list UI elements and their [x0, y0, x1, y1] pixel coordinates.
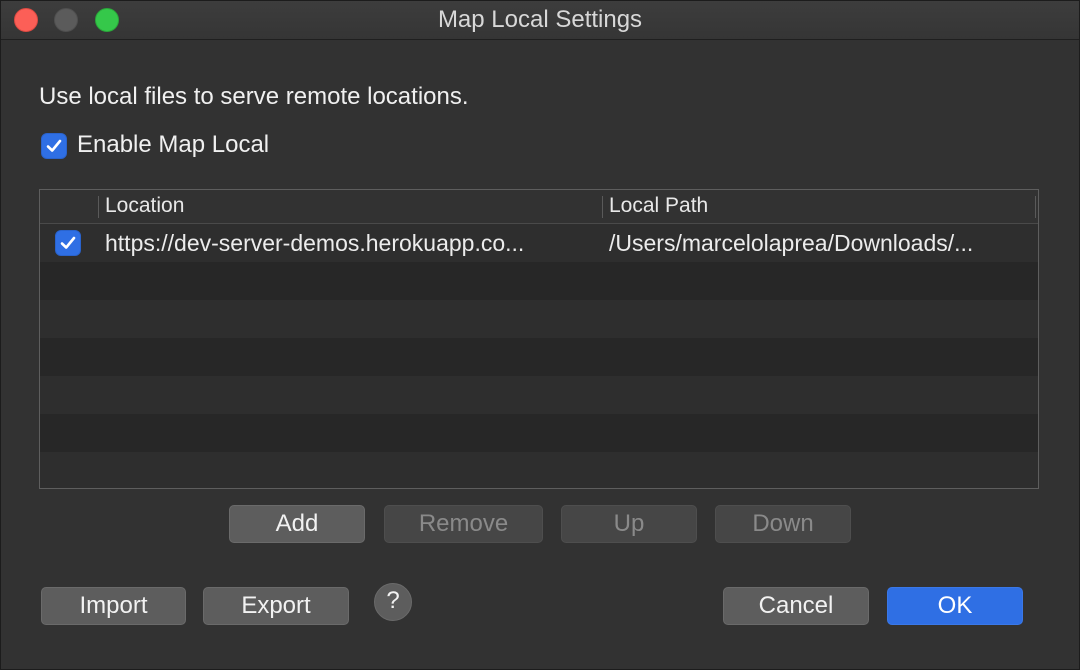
- column-divider: [98, 196, 99, 218]
- empty-row: [40, 300, 1038, 338]
- empty-row: [40, 452, 1038, 488]
- empty-row: [40, 338, 1038, 376]
- empty-row: [40, 262, 1038, 300]
- table-header: Location Local Path: [40, 190, 1038, 224]
- title-bar: Map Local Settings: [1, 1, 1079, 40]
- map-local-settings-dialog: Map Local Settings Use local files to se…: [0, 0, 1080, 670]
- column-divider: [1035, 196, 1036, 218]
- column-divider: [602, 196, 603, 218]
- window-title: Map Local Settings: [437, 6, 643, 33]
- export-button[interactable]: Export: [203, 587, 349, 625]
- empty-row: [40, 376, 1038, 414]
- empty-row: [40, 414, 1038, 452]
- up-button[interactable]: Up: [561, 505, 697, 543]
- dialog-description: Use local files to serve remote location…: [39, 83, 469, 110]
- cancel-button[interactable]: Cancel: [723, 587, 869, 625]
- remove-button[interactable]: Remove: [384, 505, 543, 543]
- column-header-location[interactable]: Location: [105, 194, 184, 218]
- row-local-path: /Users/marcelolaprea/Downloads/...: [609, 230, 974, 256]
- row-enabled-checkbox[interactable]: [55, 230, 81, 256]
- enable-map-local-checkbox[interactable]: [41, 133, 67, 164]
- import-button[interactable]: Import: [41, 587, 186, 625]
- enable-map-local-label[interactable]: Enable Map Local: [77, 131, 269, 159]
- table-row[interactable]: https://dev-server-demos.herokuapp.co...…: [40, 224, 1038, 262]
- mappings-table: Location Local Path https://dev-server-d…: [39, 189, 1039, 489]
- help-button[interactable]: ?: [374, 583, 412, 621]
- column-header-local-path[interactable]: Local Path: [609, 194, 708, 218]
- ok-button[interactable]: OK: [887, 587, 1023, 625]
- checkmark-icon: [41, 133, 67, 159]
- down-button[interactable]: Down: [715, 505, 851, 543]
- add-button[interactable]: Add: [229, 505, 365, 543]
- row-location: https://dev-server-demos.herokuapp.co...: [105, 230, 525, 256]
